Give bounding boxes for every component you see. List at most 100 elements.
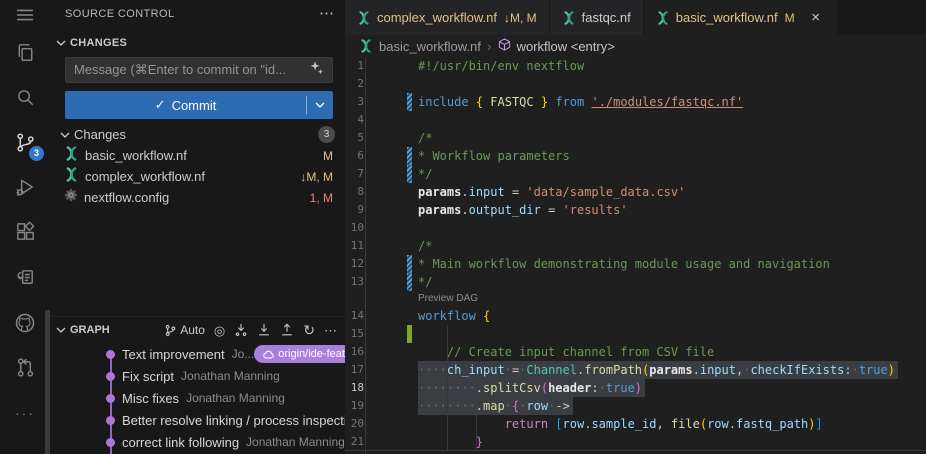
code-line-9[interactable]: 9params.output_dir = 'results'	[345, 201, 926, 219]
code-line-14[interactable]: 14workflow {	[345, 307, 926, 325]
commit-author: Jonathan Manning	[181, 369, 280, 383]
commit-row[interactable]: Better resolve linking / process inspect…	[50, 409, 345, 431]
code-line-19[interactable]: 19········.map·{·row·->	[345, 397, 926, 415]
refresh-icon[interactable]: ↻	[303, 324, 315, 337]
code-text: /*	[418, 237, 432, 255]
tab-fastqc.nf[interactable]: fastqc.nf	[550, 0, 644, 35]
search-icon[interactable]	[0, 75, 50, 120]
code-line-3[interactable]: 3include { FASTQC } from './modules/fast…	[345, 93, 926, 111]
commit-row[interactable]: Text improvementJo...origin/ide-featu...	[50, 343, 345, 365]
auto-branch-picker[interactable]: Auto	[164, 323, 205, 337]
tab-basic_workflow.nf[interactable]: basic_workflow.nfM×	[644, 0, 838, 35]
branch-ref-badge[interactable]: origin/ide-featu...	[254, 345, 345, 363]
line-number: 13	[345, 273, 364, 291]
tab-status-badge: M	[785, 11, 795, 25]
extensions-icon[interactable]	[0, 210, 50, 255]
chevron-down-icon[interactable]	[56, 327, 66, 333]
commit-author: Jonathan Manning	[186, 391, 285, 405]
gutter-modified-marker	[407, 255, 412, 273]
sparkle-icon[interactable]	[309, 60, 324, 80]
file-name: nextflow.config	[84, 190, 169, 205]
commit-dot-icon	[106, 416, 115, 425]
run-debug-icon[interactable]	[0, 165, 50, 210]
code-line-4[interactable]: 4	[345, 111, 926, 129]
code-text: // Create input channel from CSV file	[418, 343, 714, 361]
commit-button[interactable]: ✓ Commit	[65, 91, 333, 119]
more-actions-icon[interactable]: ···	[0, 390, 50, 435]
line-number: 12	[345, 255, 364, 273]
line-number: 1	[345, 57, 364, 75]
commit-button-label: Commit	[172, 98, 217, 113]
commit-dot-icon	[106, 438, 115, 447]
commit-title: Misc fixes	[122, 391, 179, 406]
fetch-icon[interactable]	[234, 323, 248, 337]
code-line-16[interactable]: 16 // Create input channel from CSV file	[345, 343, 926, 361]
changes-tree-header[interactable]: Changes 3	[60, 124, 335, 145]
code-line-20[interactable]: 20 return [row.sample_id, file(row.fastq…	[345, 415, 926, 433]
changes-section-header[interactable]: CHANGES	[56, 34, 335, 52]
tab-complex_workflow.nf[interactable]: complex_workflow.nf↓M, M	[345, 0, 550, 35]
code-line-6[interactable]: 6* Workflow parameters	[345, 147, 926, 165]
pull-icon[interactable]	[257, 323, 271, 337]
code-line-13[interactable]: 13*/	[345, 273, 926, 291]
sidebar-more-icon[interactable]: ⋯	[319, 9, 335, 19]
push-icon[interactable]	[280, 323, 294, 337]
editor-bottom-divider	[345, 450, 926, 451]
source-control-icon[interactable]: 3	[0, 120, 50, 165]
code-line-12[interactable]: 12 * Main workflow demonstrating module u…	[345, 255, 926, 273]
code-text: include { FASTQC } from './modules/fastq…	[418, 93, 743, 111]
changes-count-badge: 3	[318, 126, 335, 143]
menu-icon[interactable]	[0, 0, 50, 30]
graph-more-icon[interactable]: ⋯	[324, 324, 337, 337]
git-pull-request-icon[interactable]	[0, 345, 50, 390]
codelens-preview-dag[interactable]: Preview DAG	[418, 291, 478, 307]
commit-row[interactable]: correct link followingJonathan Manning	[50, 431, 345, 453]
code-line-5[interactable]: 5/*	[345, 129, 926, 147]
nextflow-file-icon	[357, 11, 371, 25]
line-number: 20	[345, 415, 364, 433]
close-icon[interactable]: ×	[807, 9, 825, 27]
changes-file-list: basic_workflow.nfMcomplex_workflow.nf↓M,…	[50, 145, 345, 208]
scm-file-row[interactable]: basic_workflow.nfM	[50, 145, 345, 166]
code-line-10[interactable]: 10	[345, 219, 926, 237]
code-line-2[interactable]: 2	[345, 75, 926, 93]
selection-highlight: ········.splitCsv(header:·true)	[418, 379, 645, 397]
graph-toolbar: Auto ◎ ↻ ⋯	[164, 323, 337, 337]
code-text: params.output_dir = 'results'	[418, 201, 628, 219]
commit-row[interactable]: Misc fixes Jonathan Manning	[50, 387, 345, 409]
commit-dropdown-button[interactable]	[307, 91, 333, 119]
code-text: #!/usr/bin/env nextflow	[418, 57, 584, 75]
breadcrumb[interactable]: basic_workflow.nf › workflow <entry>	[345, 35, 926, 57]
github-icon[interactable]	[0, 300, 50, 345]
code-line-15[interactable]: 15	[345, 325, 926, 343]
commit-message-input[interactable]: Message (⌘Enter to commit on "id...	[65, 57, 333, 83]
explorer-icon[interactable]	[0, 30, 50, 75]
commit-row[interactable]: Fix scriptJonathan Manning	[50, 365, 345, 387]
line-number: 4	[345, 111, 364, 129]
code-line-21[interactable]: 21 }	[345, 433, 926, 451]
selection-highlight: ········.map·{·row·->	[418, 397, 573, 415]
line-number: 8	[345, 183, 364, 201]
target-icon[interactable]: ◎	[214, 324, 225, 337]
code-editor[interactable]: 1 #!/usr/bin/env nextflow 23include { FAST…	[345, 57, 926, 454]
file-history-icon[interactable]	[0, 255, 50, 300]
line-number: 11	[345, 237, 364, 255]
chevron-down-icon	[56, 40, 66, 46]
code-text: */	[418, 165, 432, 183]
breadcrumb-file[interactable]: basic_workflow.nf	[379, 39, 481, 54]
nextflow-file-icon	[656, 11, 670, 25]
code-text: * Main workflow demonstrating module usa…	[418, 255, 830, 273]
commit-title: Better resolve linking / process inspect…	[122, 413, 345, 428]
code-line-1[interactable]: 1 #!/usr/bin/env nextflow	[345, 57, 926, 75]
code-line-8[interactable]: 8params.input = 'data/sample_data.csv'	[345, 183, 926, 201]
code-line-17[interactable]: 17····ch_input·=·Channel.fromPath(params…	[345, 361, 926, 379]
scm-file-row[interactable]: nextflow.config1, M	[50, 187, 345, 208]
scm-file-row[interactable]: complex_workflow.nf↓M, M	[50, 166, 345, 187]
check-icon: ✓	[155, 97, 166, 113]
commit-title: correct link following	[122, 435, 239, 450]
code-line-7[interactable]: 7*/	[345, 165, 926, 183]
breadcrumb-symbol[interactable]: workflow <entry>	[517, 39, 615, 54]
code-line-11[interactable]: 11 /*	[345, 237, 926, 255]
code-line-18[interactable]: 18········.splitCsv(header:·true)	[345, 379, 926, 397]
line-number: 2	[345, 75, 364, 93]
